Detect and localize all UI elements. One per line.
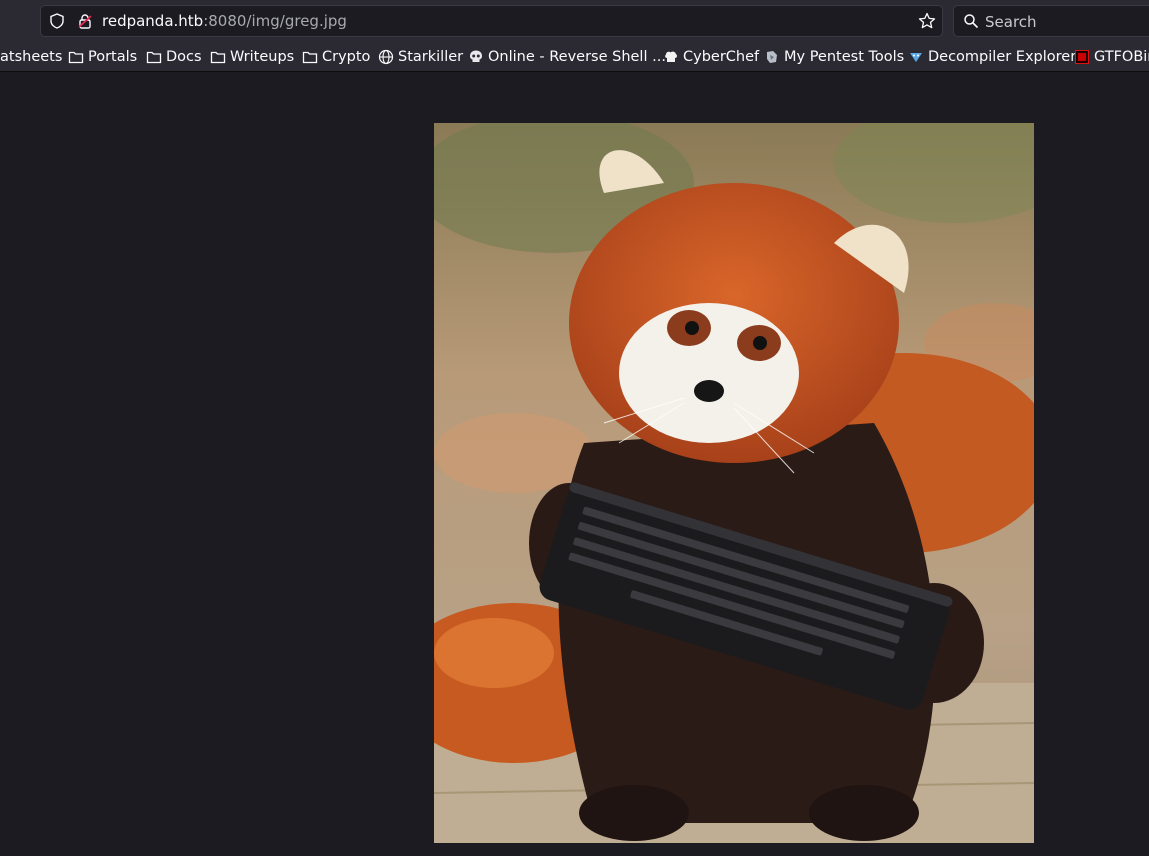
url-bar[interactable]: redpanda.htb:8080/img/greg.jpg — [40, 5, 943, 37]
pentest-icon — [767, 51, 777, 63]
folder-icon — [210, 51, 226, 64]
search-icon — [964, 14, 979, 29]
insecure-lock-icon[interactable] — [77, 13, 93, 29]
url-path: :8080/img/greg.jpg — [203, 12, 347, 30]
bookmark-cheatsheets[interactable]: atsheets — [0, 48, 62, 66]
bookmark-cyberchef[interactable]: CyberChef — [663, 48, 759, 66]
bookmark-folder-crypto[interactable]: Crypto — [302, 48, 370, 66]
red-panda-with-keyboard-illustration — [434, 123, 1034, 843]
bookmark-label: Crypto — [322, 49, 371, 65]
chef-icon — [665, 51, 677, 62]
bookmark-label: GTFOBin — [1094, 49, 1149, 65]
dogbolt-icon — [910, 53, 922, 62]
bookmark-label: My Pentest Tools — [784, 49, 905, 65]
bookmark-folder-portals[interactable]: Portals — [68, 48, 137, 66]
folder-icon — [302, 51, 318, 64]
globe-icon — [378, 49, 394, 65]
bookmark-label: Online - Reverse Shell ... — [488, 49, 666, 65]
bookmark-label: Decompiler Explorer — [928, 49, 1077, 65]
bookmark-decompiler-explorer[interactable]: Decompiler Explorer — [908, 48, 1076, 66]
bookmark-folder-docs[interactable]: Docs — [146, 48, 202, 66]
gtfobins-icon — [1075, 50, 1089, 64]
bookmark-star-icon[interactable] — [918, 12, 936, 30]
bookmark-label: Starkiller — [398, 49, 464, 65]
bookmark-label: Writeups — [230, 49, 295, 65]
bookmark-folder-writeups[interactable]: Writeups — [210, 48, 294, 66]
url-text[interactable]: redpanda.htb:8080/img/greg.jpg — [102, 12, 347, 30]
bookmark-starkiller[interactable]: Starkiller — [378, 48, 463, 66]
bookmark-gtfobins[interactable]: GTFOBin — [1074, 48, 1149, 66]
skull-icon — [470, 50, 482, 62]
folder-icon — [146, 51, 162, 64]
url-host: redpanda.htb — [102, 12, 204, 30]
search-bar[interactable]: Search — [953, 5, 1149, 37]
greg-image — [434, 123, 1034, 843]
search-placeholder: Search — [985, 13, 1037, 31]
bookmark-label: atsheets — [0, 49, 63, 65]
page-content — [0, 72, 1149, 856]
bookmarks-toolbar: atsheets Portals Docs Writeups Crypto St… — [0, 42, 1149, 72]
bookmark-my-pentest-tools[interactable]: My Pentest Tools — [764, 48, 904, 66]
bookmark-label: Docs — [166, 49, 202, 65]
bookmark-label: CyberChef — [683, 49, 760, 65]
shield-icon[interactable] — [49, 13, 65, 29]
folder-icon — [68, 51, 84, 64]
bookmark-label: Portals — [88, 49, 138, 65]
bookmark-reverse-shell[interactable]: Online - Reverse Shell ... — [468, 48, 666, 66]
browser-toolbar: redpanda.htb:8080/img/greg.jpg Search — [0, 0, 1149, 42]
